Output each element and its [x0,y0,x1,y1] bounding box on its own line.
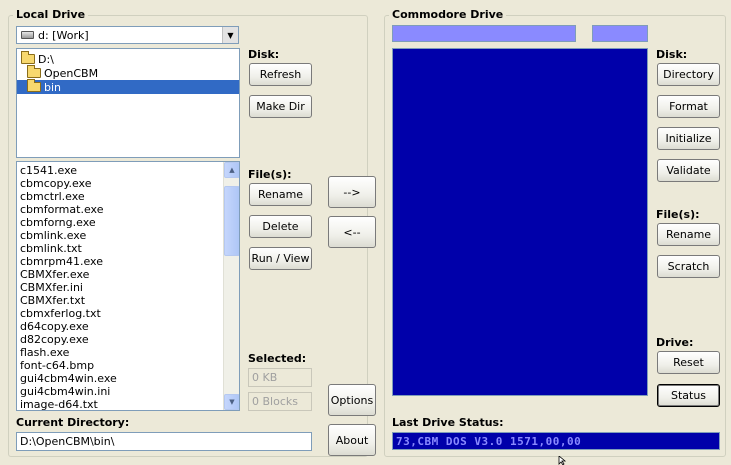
list-item[interactable]: cbmforng.exe [17,216,239,229]
list-item[interactable]: d82copy.exe [17,333,239,346]
list-item[interactable]: d64copy.exe [17,320,239,333]
folder-open-icon [27,79,41,92]
make-dir-button[interactable]: Make Dir [249,95,312,118]
folder-open-icon [27,65,41,78]
commodore-drive-title: Commodore Drive [389,8,507,21]
selected-blocks-field: 0 Blocks [248,392,312,411]
cbm-files-label: File(s): [656,208,700,221]
list-item[interactable]: cbmlink.txt [17,242,239,255]
list-item[interactable]: CBMXfer.ini [17,281,239,294]
list-item[interactable]: c1541.exe [17,164,239,177]
copy-to-local-button[interactable]: <-- [328,216,376,248]
validate-button[interactable]: Validate [657,159,720,182]
drive-select-value: d: [Work] [38,28,89,42]
list-item[interactable]: cbmctrl.exe [17,190,239,203]
scroll-down-icon[interactable]: ▼ [224,394,239,410]
initialize-button[interactable]: Initialize [657,127,720,150]
cbm-disk-label: Disk: [656,48,688,61]
list-item[interactable]: cbmlink.exe [17,229,239,242]
drive-icon [21,31,34,39]
format-button[interactable]: Format [657,95,720,118]
list-item[interactable]: font-c64.bmp [17,359,239,372]
directory-button[interactable]: Directory [657,63,720,86]
local-rename-button[interactable]: Rename [249,183,312,206]
copy-to-cbm-button[interactable]: --> [328,176,376,208]
tree-item-label: D:\ [38,52,54,66]
folder-tree[interactable]: D:\ OpenCBM bin [16,48,240,158]
delete-button[interactable]: Delete [249,215,312,238]
refresh-button[interactable]: Refresh [249,63,312,86]
current-directory-field[interactable]: D:\OpenCBM\bin\ [16,432,312,451]
folder-open-icon [21,51,35,64]
about-button[interactable]: About [328,424,376,456]
file-list-scrollbar[interactable]: ▲ ▼ [223,162,239,410]
drive-select[interactable]: d: [Work] ▼ [16,26,239,44]
tree-item-opencbm[interactable]: OpenCBM [27,65,99,80]
cbm-rename-button[interactable]: Rename [657,223,720,246]
list-item[interactable]: flash.exe [17,346,239,359]
selected-kb-field: 0 KB [248,368,312,387]
mouse-cursor-icon [558,456,567,465]
list-item[interactable]: cbmrpm41.exe [17,255,239,268]
list-item[interactable]: gui4cbm4win.ini [17,385,239,398]
scroll-thumb[interactable] [224,186,239,256]
scratch-button[interactable]: Scratch [657,255,720,278]
list-item[interactable]: gui4cbm4win.exe [17,372,239,385]
file-list-items: c1541.exe cbmcopy.exe cbmctrl.exe cbmfor… [17,162,239,410]
reset-button[interactable]: Reset [657,351,720,374]
list-item[interactable]: cbmcopy.exe [17,177,239,190]
last-drive-status: 73,CBM DOS V3.0 1571,00,00 [392,432,720,450]
chevron-down-icon[interactable]: ▼ [222,27,238,43]
list-item[interactable]: CBMXfer.exe [17,268,239,281]
disk-name-bar [392,25,576,42]
drive-label: Drive: [656,336,694,349]
local-files-label: File(s): [248,168,292,181]
tree-item-label: bin [44,80,62,94]
selected-label: Selected: [248,352,307,365]
list-item[interactable]: image-d64.txt [17,398,239,410]
file-list[interactable]: c1541.exe cbmcopy.exe cbmctrl.exe cbmfor… [16,161,240,411]
current-directory-label: Current Directory: [16,416,130,429]
scroll-up-icon[interactable]: ▲ [224,162,239,178]
last-drive-status-label: Last Drive Status: [392,416,504,429]
options-button[interactable]: Options [328,384,376,416]
run-view-button[interactable]: Run / View [249,247,312,270]
tree-item-label: OpenCBM [44,66,99,80]
list-item[interactable]: CBMXfer.txt [17,294,239,307]
tree-item-root[interactable]: D:\ [21,51,54,66]
local-drive-title: Local Drive [13,8,89,21]
local-disk-label: Disk: [248,48,280,61]
list-item[interactable]: cbmformat.exe [17,203,239,216]
list-item[interactable]: cbmxferlog.txt [17,307,239,320]
disk-id-bar [592,25,648,42]
status-button[interactable]: Status [657,384,720,407]
cbm-directory-screen[interactable] [392,48,648,396]
tree-item-bin[interactable]: bin [17,79,239,94]
